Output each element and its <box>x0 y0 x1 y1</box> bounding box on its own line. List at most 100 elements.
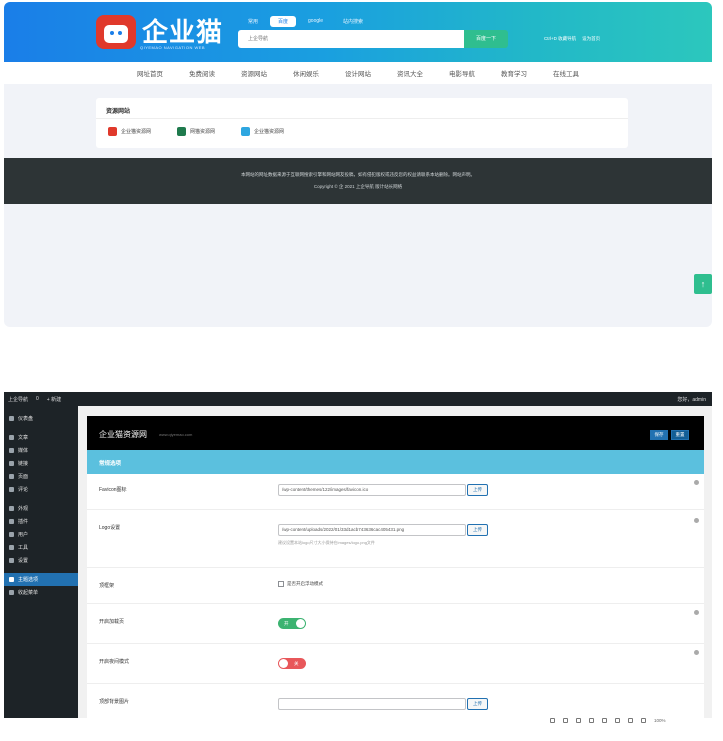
nav-item[interactable]: 设计网站 <box>345 68 371 78</box>
nav-item[interactable]: 在线工具 <box>553 68 579 78</box>
tray-icon[interactable] <box>615 718 620 723</box>
sidebar-item-label: 仪表盘 <box>18 416 34 422</box>
tray-icon[interactable] <box>576 718 581 723</box>
comment-icon <box>9 487 14 492</box>
help-icon[interactable] <box>694 480 699 485</box>
resource-link-label: 企业猫资源网 <box>121 129 152 135</box>
sidebar-item-appearance[interactable]: 外观 <box>4 502 78 515</box>
settings-icon <box>9 558 14 563</box>
logo-text: 企业猫 <box>142 17 224 47</box>
nav-item[interactable]: 资讯大全 <box>397 68 423 78</box>
section-title: 常规选项 <box>99 461 122 467</box>
search-tab-google[interactable]: google <box>300 16 331 27</box>
help-icon[interactable] <box>694 650 699 655</box>
search-tab-baidu[interactable]: 百度 <box>270 16 297 27</box>
sidebar-item-users[interactable]: 用户 <box>4 528 78 541</box>
logo-upload-button[interactable]: 上传 <box>467 524 488 536</box>
sidebar-item-comments[interactable]: 评论 <box>4 483 78 496</box>
help-icon[interactable] <box>694 518 699 523</box>
brush-icon <box>9 506 14 511</box>
tray-icon[interactable] <box>628 718 633 723</box>
nav-item[interactable]: 网址首页 <box>137 68 163 78</box>
search-tab-site[interactable]: 站内搜索 <box>335 16 371 27</box>
resource-link[interactable]: 企业猫资源网 <box>108 127 151 136</box>
sidebar-item-tools[interactable]: 工具 <box>4 541 78 554</box>
gear-icon <box>9 577 14 582</box>
frame-label: 顶框架 <box>99 583 115 589</box>
logo-subtitle: QIYEMAO NAVIGATION WEB <box>140 45 206 50</box>
site-favicon-icon <box>108 127 117 136</box>
bookmark-link[interactable]: Ctrl+D 收藏导航 <box>544 36 576 42</box>
banner-field[interactable] <box>278 698 466 710</box>
adminbar-site-link[interactable]: 上企导航 <box>8 396 28 403</box>
tray-icon[interactable] <box>589 718 594 723</box>
resource-link[interactable]: 网猫资源网 <box>177 127 215 136</box>
banner-upload-button[interactable]: 上传 <box>467 698 488 710</box>
sidebar-item-label: 用户 <box>18 532 29 538</box>
favicon-label: Favicon图标 <box>99 487 127 493</box>
adminbar-comments-count[interactable]: 0 <box>36 396 39 403</box>
page-icon <box>9 474 14 479</box>
search-button[interactable]: 百度一下 <box>464 30 508 48</box>
sidebar-item-label: 主题选项 <box>18 577 39 583</box>
preload-label: 开启加载页 <box>99 619 125 625</box>
logo-help-text: 建议设置本站logo尺寸大小保持在images/logo.png文件 <box>278 540 375 545</box>
tray-icon[interactable] <box>602 718 607 723</box>
nav-item[interactable]: 电影导航 <box>449 68 475 78</box>
sidebar-item-dashboard[interactable]: 仪表盘 <box>4 412 78 425</box>
set-homepage-link[interactable]: 设为首页 <box>582 36 600 42</box>
cat-logo-icon <box>96 15 136 49</box>
plugin-icon <box>9 519 14 524</box>
favicon-upload-button[interactable]: 上传 <box>467 484 488 496</box>
site-header: 企业猫 QIYEMAO NAVIGATION WEB 常用 百度 google … <box>4 2 712 62</box>
reset-button[interactable]: 重置 <box>671 430 689 440</box>
sidebar-item-links[interactable]: 链接 <box>4 457 78 470</box>
sidebar-item-posts[interactable]: 文章 <box>4 431 78 444</box>
theme-options-panel: 企业猫资源网 www.qiyemao.com 保存 重置 常规选项 Favico… <box>87 416 704 718</box>
divider <box>96 118 628 119</box>
site-logo[interactable]: 企业猫 QIYEMAO NAVIGATION WEB <box>96 15 224 50</box>
user-icon <box>9 532 14 537</box>
panel-header: 企业猫资源网 www.qiyemao.com 保存 重置 <box>87 416 704 450</box>
header-links: Ctrl+D 收藏导航 设为首页 <box>544 36 600 42</box>
nav-item[interactable]: 资源网站 <box>241 68 267 78</box>
resource-link[interactable]: 企业猫资源网 <box>241 127 284 136</box>
dark-mode-row: 开启夜间模式 关 <box>87 644 704 684</box>
tray-icon[interactable] <box>641 718 646 723</box>
logo-row: Logo设置 /wp-content/uploads/2022/01/33d1a… <box>87 510 704 568</box>
back-to-top-button[interactable]: ↑ <box>694 274 712 294</box>
admin-sidebar: 仪表盘 文章 媒体 链接 页面 评论 外观 插件 用户 工具 设置 主题选项 收… <box>4 406 78 718</box>
nav-item[interactable]: 教育学习 <box>501 68 527 78</box>
wp-admin-bar: 上企导航 0 + 新建 您好，admin <box>4 392 712 406</box>
search-engine-tabs: 常用 百度 google 站内搜索 <box>240 16 371 27</box>
save-button[interactable]: 保存 <box>650 430 668 440</box>
sidebar-item-plugins[interactable]: 插件 <box>4 515 78 528</box>
dark-mode-label: 开启夜间模式 <box>99 659 130 665</box>
sidebar-item-collapse[interactable]: 收起菜单 <box>4 586 78 599</box>
checkbox-box[interactable] <box>278 581 284 587</box>
frame-checkbox[interactable]: 是否开启浮动模式 <box>278 581 323 587</box>
tray-icon[interactable] <box>550 718 555 723</box>
sidebar-item-pages[interactable]: 页面 <box>4 470 78 483</box>
collapse-icon <box>9 590 14 595</box>
search-input[interactable] <box>238 30 464 48</box>
sidebar-item-label: 链接 <box>18 461 29 467</box>
main-nav: 网址首页 免费阅读 资源网站 休闲娱乐 设计网站 资讯大全 电影导航 教育学习 … <box>4 62 712 84</box>
help-icon[interactable] <box>694 610 699 615</box>
search-tab-common[interactable]: 常用 <box>240 16 266 27</box>
sidebar-item-settings[interactable]: 设置 <box>4 554 78 567</box>
logo-field[interactable]: /wp-content/uploads/2022/01/33d1acb74363… <box>278 524 466 536</box>
sidebar-item-theme-options[interactable]: 主题选项 <box>4 573 78 586</box>
adminbar-new-link[interactable]: + 新建 <box>47 396 61 403</box>
sidebar-item-label: 收起菜单 <box>18 590 39 596</box>
preload-toggle[interactable]: 开 <box>278 618 306 629</box>
favicon-field[interactable]: /wp-content/themes/122/images/favicon.ic… <box>278 484 466 496</box>
footer-copyright: Copyright © 企 2021 上企导航 版计站长网络 <box>313 184 403 189</box>
sidebar-item-media[interactable]: 媒体 <box>4 444 78 457</box>
tray-icon[interactable] <box>563 718 568 723</box>
nav-item[interactable]: 休闲娱乐 <box>293 68 319 78</box>
banner-label: 顶部背景图片 <box>99 699 130 705</box>
dark-mode-toggle[interactable]: 关 <box>278 658 306 669</box>
adminbar-account[interactable]: 您好，admin <box>677 396 706 403</box>
nav-item[interactable]: 免费阅读 <box>189 68 215 78</box>
